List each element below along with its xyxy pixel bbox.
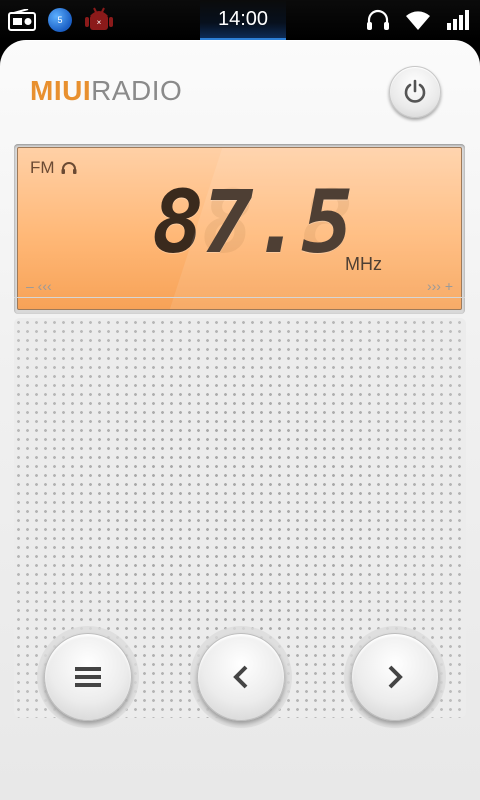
android-debug-icon: × xyxy=(85,7,113,30)
notification-badge-icon: 5 xyxy=(48,8,72,32)
tune-up-label[interactable]: ››› + xyxy=(427,278,453,294)
chevron-left-icon xyxy=(233,665,248,689)
status-bar-left: 5 × xyxy=(8,4,114,36)
brand-miui: MIUI xyxy=(30,75,92,106)
wifi-icon xyxy=(406,11,430,30)
svg-text:×: × xyxy=(97,18,102,27)
previous-station-button[interactable] xyxy=(197,633,285,721)
radio-notification-icon xyxy=(8,9,36,31)
app-brand: MIUI RADIO xyxy=(30,75,182,107)
band-label: FM xyxy=(30,158,55,177)
power-button[interactable] xyxy=(389,66,441,118)
menu-icon xyxy=(75,667,101,687)
status-bar: 5 × 14:00 xyxy=(0,0,480,40)
status-bar-right xyxy=(366,4,470,36)
status-bar-time: 14:00 xyxy=(200,0,286,40)
headphones-indicator-icon xyxy=(61,162,77,174)
band-indicator: FM xyxy=(30,158,77,178)
brand-radio: RADIO xyxy=(91,75,183,106)
power-icon xyxy=(404,79,426,103)
menu-button[interactable] xyxy=(44,633,132,721)
next-station-button[interactable] xyxy=(351,633,439,721)
tuning-scale[interactable]: – ‹‹‹ ››› + xyxy=(14,274,465,298)
notification-badge-count: 5 xyxy=(57,15,63,25)
signal-icon xyxy=(447,10,469,30)
frequency-unit: MHz xyxy=(345,254,382,274)
frequency-value: 87.5 xyxy=(152,173,353,273)
headphones-icon xyxy=(367,9,389,30)
chevron-right-icon xyxy=(388,665,403,689)
tune-down-label[interactable]: – ‹‹‹ xyxy=(26,278,52,294)
